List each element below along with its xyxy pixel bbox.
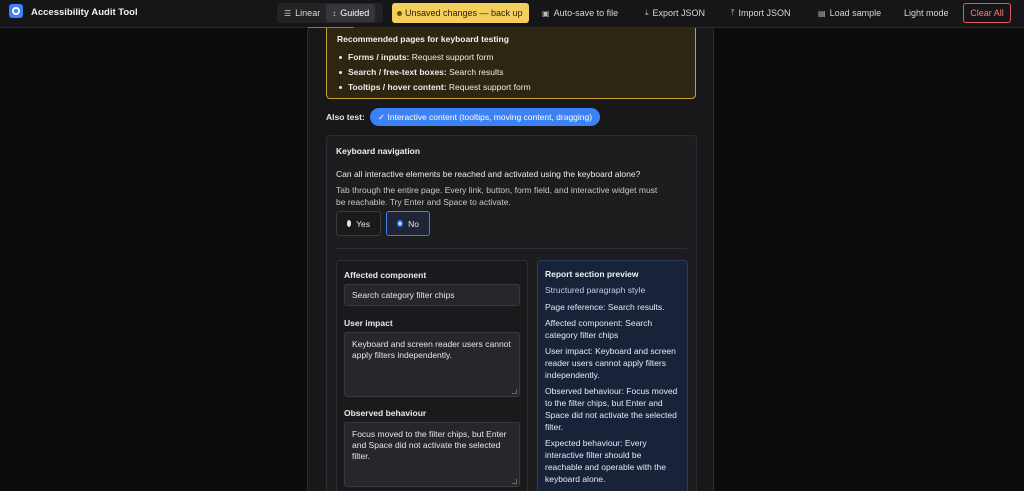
autosave-button[interactable]: ▣ Auto-save to file xyxy=(542,3,618,23)
impact-value: Keyboard and screen reader users cannot … xyxy=(352,339,511,360)
preview-observed: Observed behaviour: Focus moved to the f… xyxy=(545,386,678,432)
item-value: Request support form xyxy=(448,82,531,92)
component-input[interactable]: Search category filter chips xyxy=(344,284,520,306)
recommended-list: Forms / inputs: Request support form Sea… xyxy=(337,50,685,95)
also-test-label: Also test: xyxy=(326,112,365,122)
item-key: Forms / inputs: xyxy=(348,52,410,62)
unsaved-changes-button[interactable]: Unsaved changes — back up xyxy=(392,3,529,23)
item-key: Tooltips / hover content: xyxy=(348,82,447,92)
resize-handle-icon[interactable] xyxy=(512,389,517,394)
top-toolbar: Accessibility Audit Tool ☰ Linear ↕ Guid… xyxy=(0,0,1024,28)
updown-arrow-icon: ↕ xyxy=(332,8,337,18)
app-title: Accessibility Audit Tool xyxy=(31,7,138,18)
theme-label: Light mode xyxy=(904,8,949,18)
impact-textarea[interactable]: Keyboard and screen reader users cannot … xyxy=(344,332,520,397)
item-key: Search / free-text boxes: xyxy=(348,67,447,77)
interactive-content-chip[interactable]: ✓ Interactive content (tooltips, moving … xyxy=(370,108,601,126)
import-json-button[interactable]: ⤒ Import JSON xyxy=(731,3,791,23)
recommended-pages-box: Recommended pages for keyboard testing F… xyxy=(326,28,696,99)
answer-no-radio[interactable]: No xyxy=(386,211,430,236)
issue-form: Affected component Search category filte… xyxy=(336,260,528,491)
mode-guided-label: Guided xyxy=(340,8,370,18)
recommended-title: Recommended pages for keyboard testing xyxy=(337,34,509,44)
radio-label: No xyxy=(408,218,419,229)
main-panel: Recommended pages for keyboard testing F… xyxy=(307,28,714,491)
preview-style: Structured paragraph style xyxy=(545,285,646,295)
export-json-button[interactable]: ⤓ Export JSON xyxy=(645,3,705,23)
app-logo-icon xyxy=(9,4,23,18)
answer-yes-radio[interactable]: Yes xyxy=(336,211,381,236)
radio-selected-icon xyxy=(397,220,404,227)
export-label: Export JSON xyxy=(652,8,706,18)
save-icon: ▣ xyxy=(542,8,550,18)
observed-textarea[interactable]: Focus moved to the filter chips, but Ent… xyxy=(344,422,520,487)
mode-guided-button[interactable]: ↕ Guided xyxy=(326,4,376,22)
load-sample-label: Load sample xyxy=(829,8,882,18)
document-icon: ▤ xyxy=(818,8,826,18)
resize-handle-icon[interactable] xyxy=(512,479,517,484)
list-item: Tooltips / hover content: Request suppor… xyxy=(337,80,685,95)
impact-label: User impact xyxy=(344,318,393,328)
radio-label: Yes xyxy=(356,218,370,229)
report-preview: Report section preview Structured paragr… xyxy=(537,260,688,491)
autosave-label: Auto-save to file xyxy=(553,8,619,18)
preview-page-ref: Page reference: Search results. xyxy=(545,302,665,312)
observed-label: Observed behaviour xyxy=(344,408,427,418)
list-item: Search / free-text boxes: Search results xyxy=(337,65,685,80)
clear-all-button[interactable]: Clear All xyxy=(963,3,1011,23)
import-label: Import JSON xyxy=(738,8,791,18)
list-icon: ☰ xyxy=(284,8,292,18)
list-item: Forms / inputs: Request support form xyxy=(337,50,685,65)
preview-expected: Expected behaviour: Every interactive fi… xyxy=(545,438,666,484)
unsaved-label: Unsaved changes — back up xyxy=(405,8,523,18)
download-icon: ⤓ xyxy=(645,8,649,17)
keyboard-navigation-card: Keyboard navigation Can all interactive … xyxy=(326,135,697,491)
preview-title: Report section preview xyxy=(545,269,639,279)
preview-component: Affected component: Search category filt… xyxy=(545,318,653,340)
preview-impact: User impact: Keyboard and screen reader … xyxy=(545,346,676,380)
upload-icon: ⤒ xyxy=(731,8,735,17)
load-sample-button[interactable]: ▤ Load sample xyxy=(818,3,881,23)
mode-linear-label: Linear xyxy=(295,8,321,18)
observed-value: Focus moved to the filter chips, but Ent… xyxy=(352,429,507,461)
radio-icon xyxy=(347,220,352,227)
check-question: Can all interactive elements be reached … xyxy=(336,169,641,179)
component-label: Affected component xyxy=(344,270,427,280)
mode-toggle: ☰ Linear ↕ Guided xyxy=(277,3,383,23)
unsaved-dot-icon xyxy=(397,10,402,16)
mode-linear-button[interactable]: ☰ Linear xyxy=(278,4,326,22)
theme-toggle-button[interactable]: Light mode xyxy=(904,3,949,23)
check-help: Tab through the entire page. Every link,… xyxy=(336,185,658,207)
divider xyxy=(336,248,687,249)
check-title: Keyboard navigation xyxy=(336,146,421,156)
item-value: Search results xyxy=(449,67,504,77)
item-value: Request support form xyxy=(411,52,494,62)
